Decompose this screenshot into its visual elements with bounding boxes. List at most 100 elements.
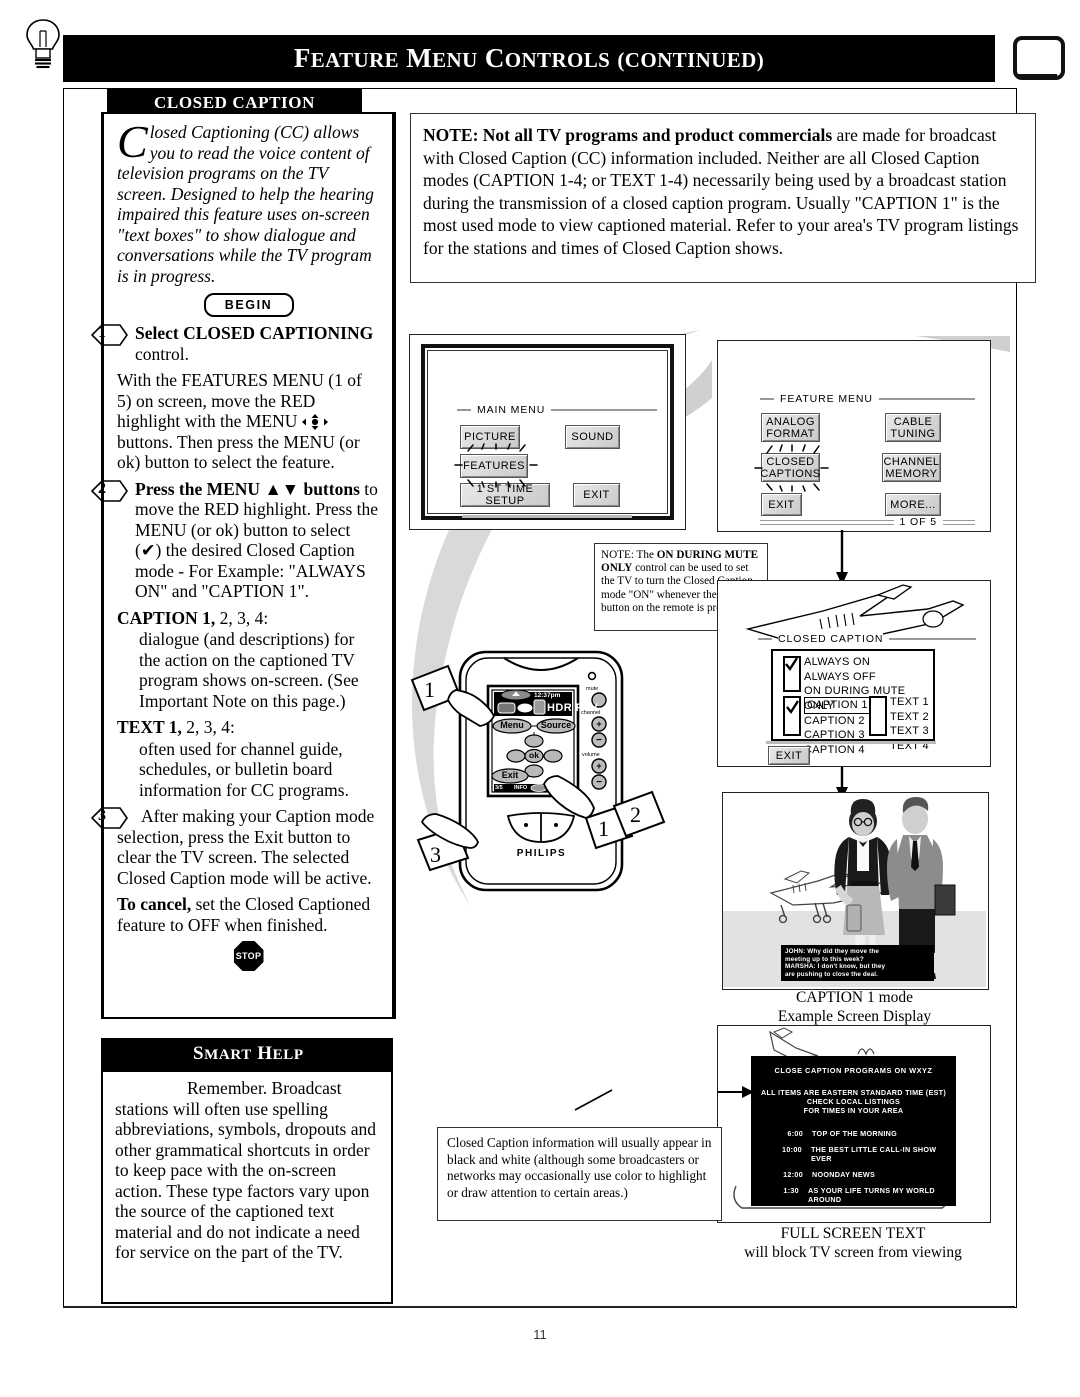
step-3-number: 3 xyxy=(98,807,106,824)
cc-caption-option-2[interactable]: CAPTION 2 xyxy=(804,714,871,729)
remote-button-exit[interactable]: Exit xyxy=(496,770,524,780)
cc-text-option-1[interactable]: TEXT 1 xyxy=(890,695,929,710)
tv-screen-icon xyxy=(1013,36,1065,80)
svg-text:−: − xyxy=(596,777,602,788)
step-1: 1 Select CLOSED CAPTIONING control. With… xyxy=(90,323,380,473)
stop-label: STOP xyxy=(235,951,262,961)
lightbulb-icon xyxy=(14,6,72,70)
main-menu-key-sound[interactable]: SOUND xyxy=(565,425,620,449)
feature-menu-key-exit[interactable]: EXIT xyxy=(761,493,802,516)
feature-menu-title: FEATURE MENU xyxy=(780,393,873,405)
feature-menu-key-more[interactable]: MORE... xyxy=(885,493,941,516)
mode-checkbox[interactable] xyxy=(783,656,801,692)
listing-time: 6:00 xyxy=(787,1211,803,1220)
caption-example-label: CAPTION 1 mode Example Screen Display xyxy=(722,989,987,1026)
cc-caption-option-1[interactable]: CAPTION 1 xyxy=(804,697,871,714)
important-note-lead: NOTE: Not all TV programs and product co… xyxy=(423,125,833,145)
listing-time: 6:00 xyxy=(787,1129,803,1138)
closed-captions-highlight-rays-icon xyxy=(754,444,829,492)
step-1-number-marker: 1 xyxy=(90,323,128,346)
text-screen-subtitle-line2: CHECK LOCAL LISTINGS xyxy=(806,1097,901,1106)
smart-help-tab-label: SMART HELP xyxy=(193,1043,304,1064)
step-3-number-marker: 3 xyxy=(90,806,128,829)
caption-example-label-line2: Example Screen Display xyxy=(777,1007,932,1025)
listing-program: TOP OF THE MORNING xyxy=(812,1129,897,1138)
caption-line-2: meeting up to this week? xyxy=(785,955,864,963)
listing-row: 10:00 THE BEST LITTLE CALL-IN SHOW EVER xyxy=(757,1145,956,1163)
feature-menu-key-cable-tuning[interactable]: CABLE TUNING xyxy=(885,413,941,442)
jet-illustration xyxy=(745,584,965,642)
remote-button-info[interactable]: INFO xyxy=(514,785,527,791)
listing-time: 12:00 xyxy=(783,1170,803,1179)
caption-example-screen: JOHN: Why did they move the meeting up t… xyxy=(722,792,989,990)
caption-modes-label: CAPTION 1, 2, 3, 4: xyxy=(117,608,380,629)
feature-menu-screen: FEATURE MENU ANALOG FORMAT CABLE TUNING CL… xyxy=(717,340,991,532)
page-number: 11 xyxy=(533,1327,547,1342)
listing-time: 10:00 xyxy=(782,1145,802,1154)
text-screen-subtitle-line3: FOR TIMES IN YOUR AREA xyxy=(803,1106,904,1115)
step-2-heading: Press the MENU ▲▼ buttons to move the RE… xyxy=(117,479,380,602)
feature-menu-key-analog-format[interactable]: ANALOG FORMAT xyxy=(761,413,820,442)
cc-text-option-3[interactable]: TEXT 3 xyxy=(890,724,929,739)
closed-caption-instructions-panel: Closed Captioning (CC) allows you to rea… xyxy=(90,112,396,1019)
caption-modes-description: dialogue (and descriptions) for the acti… xyxy=(139,629,359,711)
caption-line-4: are pushing to close the deal. xyxy=(785,970,879,978)
text-screen-listings: 6:00 TOP OF THE MORNING 10:00 THE BEST LIT… xyxy=(751,1129,956,1222)
color-info-note-text: Closed Caption information will usually … xyxy=(447,1135,712,1200)
remote-page-indicator: 3/5 xyxy=(495,785,503,791)
cc-menu-options-box: ALWAYS ON ALWAYS OFF ON DURING MUTE ONLY… xyxy=(771,649,935,756)
feature-menu-page-row: 1 OF 5 xyxy=(760,516,975,528)
remote-button-menu[interactable]: Menu xyxy=(497,720,527,730)
cancel-label-bold: To cancel, xyxy=(117,894,192,914)
cc-mode-option-always-off[interactable]: ALWAYS OFF xyxy=(804,670,933,685)
remote-button-ok[interactable]: ok xyxy=(526,750,542,760)
begin-badge: BEGIN xyxy=(203,293,294,317)
step-1-heading-rest: control. xyxy=(135,343,189,364)
smart-help-tab: SMART HELP xyxy=(107,1038,377,1070)
color-info-note-box: Closed Caption information will usually … xyxy=(437,1127,722,1221)
remote-brand-label: PHILIPS xyxy=(516,848,567,859)
caption-line-1: JOHN: Why did they move the xyxy=(785,948,879,955)
step-1-heading: Select CLOSED CAPTIONING control. xyxy=(117,323,380,364)
full-screen-text-label: FULL SCREEN TEXT will block TV screen fr… xyxy=(717,1225,989,1262)
caption-example-label-line1: CAPTION 1 mode xyxy=(795,989,914,1006)
text-screen-title: CLOSE CAPTION PROGRAMS ON WXYZ xyxy=(774,1066,933,1075)
main-menu-title: MAIN MENU xyxy=(477,404,546,416)
text-modes-label-rest: 2, 3, 4: xyxy=(181,717,235,737)
caption-checkbox[interactable] xyxy=(783,696,801,736)
listing-time: 1:30 xyxy=(783,1186,799,1195)
cc-text-option-2[interactable]: TEXT 2 xyxy=(890,710,929,725)
text-modes-label: TEXT 1, 2, 3, 4: xyxy=(117,717,380,738)
svg-text:+: + xyxy=(596,719,601,729)
step-1-heading-bold: Select CLOSED CAPTIONING xyxy=(135,323,374,343)
caption-line-3: MARSHA: I don't know, but they xyxy=(785,963,886,971)
step-2-number-marker: 2 xyxy=(90,479,128,502)
smart-help-body: Remember. Broadcast stations will often … xyxy=(103,1072,391,1267)
step-3-body: After making your Caption mode selection… xyxy=(117,806,375,888)
feature-menu-key-channel-memory[interactable]: CHANNEL MEMORY xyxy=(882,453,941,482)
text-modes-description: often used for channel guide, schedules,… xyxy=(139,738,349,800)
main-menu-key-exit[interactable]: EXIT xyxy=(573,483,620,507)
remote-control-illustration: + − + − 12:37pm HDR PTV Menu Source ok E… xyxy=(446,648,636,893)
features-highlight-rays-icon xyxy=(454,443,538,488)
listing-program: AS YOUR LIFE TURNS MY WORLD AROUND xyxy=(807,1186,935,1204)
text-checkbox[interactable] xyxy=(869,696,887,736)
footer-rule xyxy=(63,1306,1015,1308)
important-note-box: NOTE: Not all TV programs and product co… xyxy=(410,113,1036,283)
step-1-body: With the FEATURES MENU (1 of 5) on scree… xyxy=(117,370,380,473)
remote-button-source[interactable]: Source xyxy=(539,720,573,730)
cc-caption-option-4[interactable]: CAPTION 4 xyxy=(804,743,871,758)
main-menu-title-row: MAIN MENU xyxy=(457,404,657,416)
text-screen-subtitle-line1: ALL ITEMS ARE EASTERN STANDARD TIME (EST… xyxy=(760,1088,947,1097)
cc-mode-option-always-on[interactable]: ALWAYS ON xyxy=(804,655,933,670)
step-2-number: 2 xyxy=(98,479,106,497)
caption-modes-label-bold: CAPTION 1, xyxy=(117,607,216,628)
remote-button-a-ch[interactable]: A-CH xyxy=(549,785,563,791)
menu-nav-arrows-icon xyxy=(301,414,328,430)
svg-text:−: − xyxy=(596,735,602,746)
begin-label: BEGIN xyxy=(224,298,273,312)
feature-menu-page-indicator: 1 OF 5 xyxy=(899,516,937,528)
remote-display-time: 12:37pm xyxy=(534,692,561,699)
cc-menu-key-exit[interactable]: EXIT xyxy=(768,746,810,765)
text-modes-label-bold: TEXT 1, xyxy=(117,717,182,737)
